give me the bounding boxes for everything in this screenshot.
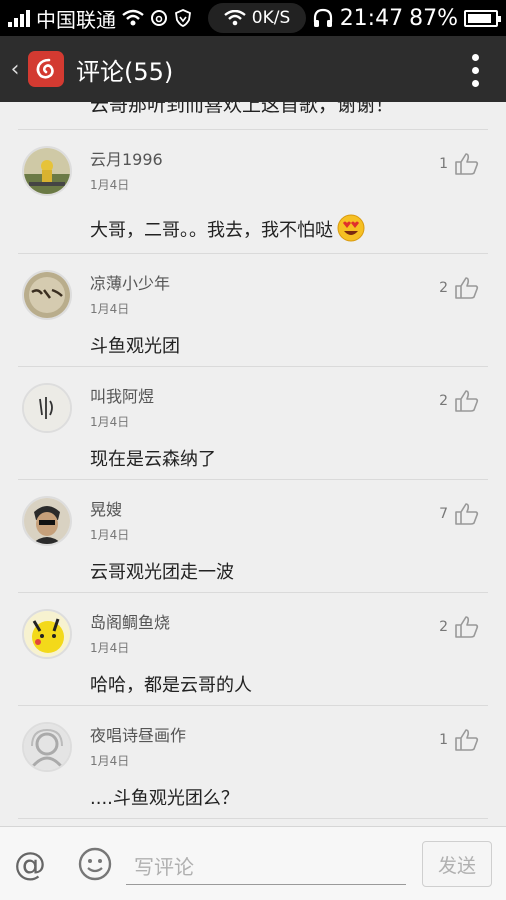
- avatar[interactable]: [22, 609, 72, 659]
- like-count: 7: [439, 506, 448, 522]
- avatar[interactable]: [22, 496, 72, 546]
- like-count: 1: [439, 732, 448, 748]
- username[interactable]: 晃嫂: [90, 496, 122, 520]
- clock: 21:47: [339, 5, 404, 31]
- comment-text: 大哥，二哥。。我去，我不怕哒: [90, 214, 365, 242]
- like-button[interactable]: 1: [439, 728, 480, 752]
- thumbs-up-icon: [455, 503, 479, 525]
- avatar[interactable]: [22, 146, 72, 196]
- like-button[interactable]: 2: [439, 615, 480, 639]
- comment-text: 云哥观光团走一波: [90, 562, 234, 583]
- heart-eyes-emoji: [337, 214, 365, 242]
- like-count: 2: [439, 280, 448, 296]
- send-button[interactable]: 发送: [422, 841, 492, 887]
- comment-date: 1月4日: [90, 528, 130, 542]
- username[interactable]: 云月1996: [90, 146, 163, 170]
- thumbs-up-icon: [455, 277, 479, 299]
- like-button[interactable]: 2: [439, 276, 480, 300]
- battery-icon: [464, 9, 501, 27]
- netease-notify-icon: [151, 10, 167, 26]
- comment-item: 夜唱诗昼画作 1月4日 1 ....斗鱼观光团么？: [18, 706, 488, 819]
- username[interactable]: 夜唱诗昼画作: [90, 722, 186, 746]
- list-item: 云哥那听到而喜欢上这首歌，谢谢！: [18, 102, 488, 130]
- network-speed-pill: 0K/S: [208, 3, 306, 33]
- username[interactable]: 岛阁鲷鱼烧: [90, 609, 170, 633]
- status-bar: 中国联通 0K/S 21:47 87%: [0, 0, 506, 36]
- comment-text: ....斗鱼观光团么？: [90, 788, 239, 809]
- at-mention-icon[interactable]: @: [14, 845, 46, 883]
- comment-text: 斗鱼观光团: [90, 336, 180, 357]
- comment-date: 1月4日: [90, 178, 130, 192]
- carrier-label: 中国联通: [36, 7, 116, 32]
- thumbs-up-icon: [455, 729, 479, 751]
- netease-music-logo[interactable]: [28, 51, 64, 87]
- like-button[interactable]: 7: [439, 502, 480, 526]
- back-chevron-icon[interactable]: ‹: [4, 57, 26, 82]
- thumbs-up-icon: [455, 390, 479, 412]
- wifi-icon: [224, 10, 246, 26]
- like-count: 2: [439, 393, 448, 409]
- comment-input[interactable]: [126, 849, 406, 885]
- battery-percent: 87%: [409, 5, 458, 31]
- like-count: 2: [439, 619, 448, 635]
- comment-text: 云哥那听到而喜欢上这首歌，谢谢！: [90, 102, 395, 116]
- avatar[interactable]: [22, 722, 72, 772]
- comment-item: 岛阁鲷鱼烧 1月4日 2 哈哈，都是云哥的人: [18, 593, 488, 706]
- like-count: 1: [439, 156, 448, 172]
- comment-date: 1月4日: [90, 641, 130, 655]
- comment-item: 叫我阿煜 1月4日 2 现在是云森纳了: [18, 367, 488, 480]
- wifi-icon: [122, 9, 144, 26]
- title-bar: ‹ 评论(55): [0, 36, 506, 102]
- avatar[interactable]: [22, 270, 72, 320]
- comment-text: 现在是云森纳了: [90, 449, 216, 470]
- page-title: 评论(55): [76, 57, 174, 86]
- headphones-icon: [313, 8, 332, 27]
- cell-signal-icon: [8, 9, 30, 27]
- comment-date: 1月4日: [90, 415, 130, 429]
- emoji-icon[interactable]: [78, 847, 112, 881]
- more-options-icon[interactable]: [472, 54, 480, 87]
- comment-text: 哈哈，都是云哥的人: [90, 675, 252, 696]
- comment-list[interactable]: 云哥那听到而喜欢上这首歌，谢谢！ 云月1996 1月4日 1 大哥，二哥。。我去…: [0, 102, 506, 826]
- username[interactable]: 叫我阿煜: [90, 383, 154, 407]
- thumbs-up-icon: [455, 616, 479, 638]
- username[interactable]: 凉薄小少年: [90, 270, 170, 294]
- comment-item: 云月1996 1月4日 1 大哥，二哥。。我去，我不怕哒: [18, 130, 488, 254]
- comment-input-bar: @ 发送: [0, 826, 506, 900]
- like-button[interactable]: 1: [439, 152, 480, 176]
- comment-item: 凉薄小少年 1月4日 2 斗鱼观光团: [18, 254, 488, 367]
- comment-date: 1月4日: [90, 754, 130, 768]
- shield-icon: [175, 9, 191, 27]
- comment-date: 1月4日: [90, 302, 130, 316]
- thumbs-up-icon: [455, 153, 479, 175]
- battery-fill: [468, 13, 491, 23]
- like-button[interactable]: 2: [439, 389, 480, 413]
- avatar[interactable]: [22, 383, 72, 433]
- comment-item: 晃嫂 1月4日 7 云哥观光团走一波: [18, 480, 488, 593]
- network-speed: 0K/S: [251, 8, 291, 28]
